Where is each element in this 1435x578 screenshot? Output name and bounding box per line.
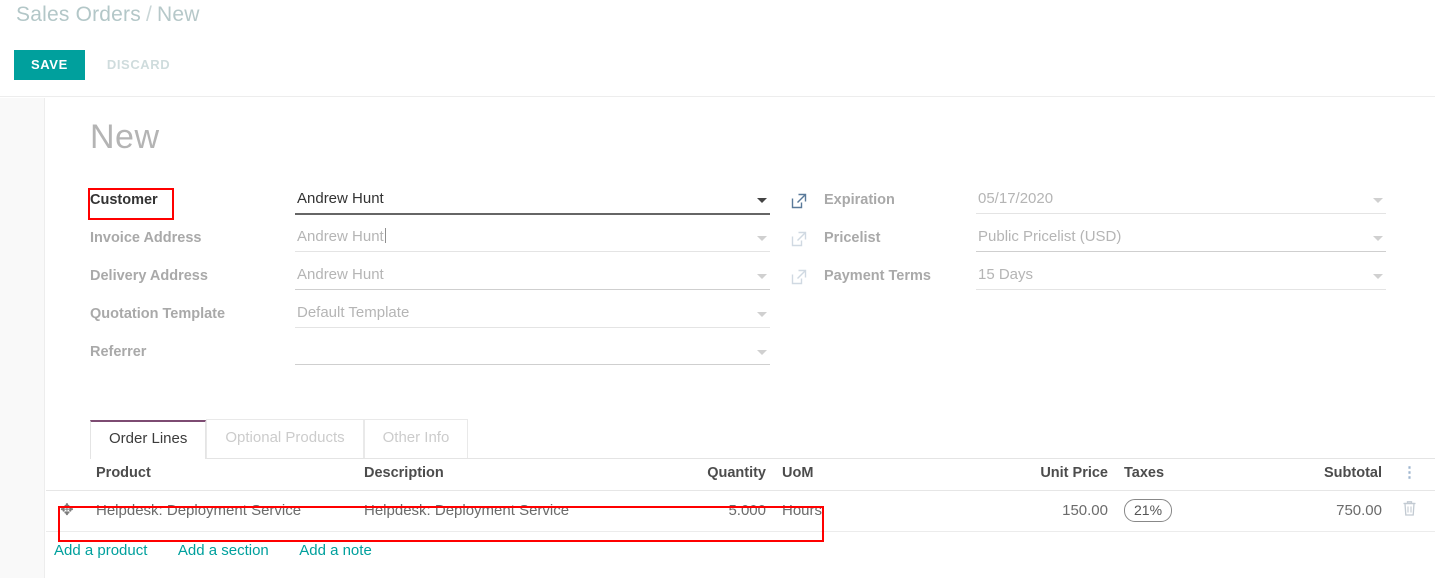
invoice-address-input[interactable]: Andrew Hunt: [295, 224, 770, 252]
field-label-payment-terms: Payment Terms: [824, 262, 976, 284]
field-label-pricelist: Pricelist: [824, 224, 976, 246]
column-header-unit-price: Unit Price: [1000, 459, 1116, 491]
field-customer: Customer Andrew Hunt: [90, 186, 770, 224]
field-pricelist: Pricelist Public Pricelist (USD): [824, 224, 1386, 262]
cell-spacer: [850, 491, 1000, 532]
chevron-down-icon-invoice-address[interactable]: [757, 236, 767, 241]
breadcrumb-item-sales-orders[interactable]: Sales Orders: [16, 3, 141, 26]
order-lines-footer-links: Add a product Add a section Add a note: [46, 532, 1435, 560]
expiration-input[interactable]: 05/17/2020: [976, 186, 1386, 214]
save-button[interactable]: SAVE: [14, 50, 85, 80]
add-a-section-link[interactable]: Add a section: [178, 542, 269, 559]
status-badge-tax: 21%: [1124, 499, 1172, 522]
cell-description[interactable]: Helpdesk: Deployment Service: [356, 491, 656, 532]
notebook: Order Lines Optional Products Other Info: [90, 418, 1435, 459]
cell-product[interactable]: Helpdesk: Deployment Service: [88, 491, 356, 532]
breadcrumb: Sales Orders/New: [16, 3, 200, 27]
record-action-buttons: SAVE DISCARD: [14, 50, 172, 80]
form-left-gutter: [0, 98, 45, 578]
field-invoice-address: Invoice Address Andrew Hunt: [90, 224, 770, 262]
sales-order-form-page: Sales Orders/New SAVE DISCARD New Custom…: [0, 0, 1435, 578]
field-label-invoice-address: Invoice Address: [90, 224, 295, 246]
column-header-quantity: Quantity: [656, 459, 774, 491]
cell-taxes[interactable]: 21%: [1116, 491, 1224, 532]
tab-optional-products[interactable]: Optional Products: [206, 419, 363, 458]
field-referrer: Referrer: [90, 338, 770, 376]
drag-handle-cell[interactable]: ✥: [46, 491, 88, 532]
external-link-icon-delivery-address[interactable]: [790, 268, 808, 286]
external-link-icon-invoice-address[interactable]: [790, 230, 808, 248]
field-label-quotation-template: Quotation Template: [90, 300, 295, 322]
field-label-referrer: Referrer: [90, 338, 295, 360]
customer-input[interactable]: Andrew Hunt: [295, 186, 770, 215]
pricelist-input[interactable]: Public Pricelist (USD): [976, 224, 1386, 252]
trash-icon[interactable]: [1402, 500, 1417, 517]
order-lines-table: Product Description Quantity UoM Unit Pr…: [46, 459, 1435, 560]
text-cursor: [385, 228, 386, 243]
column-header-subtotal: Subtotal: [1224, 459, 1390, 491]
invoice-address-value: Andrew Hunt: [297, 228, 384, 245]
field-label-delivery-address: Delivery Address: [90, 262, 295, 284]
cell-unit-price[interactable]: 150.00: [1000, 491, 1116, 532]
chevron-down-icon[interactable]: [757, 198, 767, 203]
cell-uom[interactable]: Hours: [774, 491, 850, 532]
column-header-uom: UoM: [774, 459, 850, 491]
column-header-spacer: [850, 459, 1000, 491]
field-label-customer: Customer: [90, 186, 295, 208]
add-a-product-link[interactable]: Add a product: [54, 542, 147, 559]
table-row[interactable]: ✥ Helpdesk: Deployment Service Helpdesk:…: [46, 491, 1435, 532]
chevron-down-icon-expiration[interactable]: [1373, 198, 1383, 203]
breadcrumb-separator: /: [146, 3, 152, 26]
cell-subtotal: 750.00: [1224, 491, 1390, 532]
tab-other-info[interactable]: Other Info: [364, 419, 469, 458]
chevron-down-icon-quotation-template[interactable]: [757, 312, 767, 317]
column-header-taxes: Taxes: [1116, 459, 1224, 491]
payment-terms-input[interactable]: 15 Days: [976, 262, 1386, 290]
column-header-product: Product: [88, 459, 356, 491]
drag-handle-icon[interactable]: ✥: [60, 503, 73, 519]
field-payment-terms: Payment Terms 15 Days: [824, 262, 1386, 300]
breadcrumb-item-current: New: [157, 3, 200, 26]
field-label-expiration: Expiration: [824, 186, 976, 208]
form-sheet: New Customer Andrew Hunt Invoice Address…: [46, 98, 1435, 578]
referrer-input[interactable]: [295, 338, 770, 365]
column-header-description: Description: [356, 459, 656, 491]
column-header-handle: [46, 459, 88, 491]
external-link-icon-customer[interactable]: [790, 192, 808, 210]
tab-order-lines[interactable]: Order Lines: [90, 420, 206, 459]
delete-row-button[interactable]: [1390, 491, 1435, 532]
table-header-row: Product Description Quantity UoM Unit Pr…: [46, 459, 1435, 491]
control-panel: Sales Orders/New SAVE DISCARD: [0, 0, 1435, 97]
vertical-dots-icon[interactable]: ⋮: [1402, 465, 1417, 480]
field-expiration: Expiration 05/17/2020: [824, 186, 1386, 224]
add-a-note-link[interactable]: Add a note: [299, 542, 372, 559]
chevron-down-icon-pricelist[interactable]: [1373, 236, 1383, 241]
form-group-left: Customer Andrew Hunt Invoice Address And…: [90, 186, 770, 376]
page-title: New: [90, 118, 160, 157]
quotation-template-input[interactable]: Default Template: [295, 300, 770, 328]
notebook-tabs: Order Lines Optional Products Other Info: [90, 418, 1435, 459]
chevron-down-icon-referrer[interactable]: [757, 350, 767, 355]
delivery-address-input[interactable]: Andrew Hunt: [295, 262, 770, 290]
form-group-right: Expiration 05/17/2020 Pricelist Public P…: [824, 186, 1386, 300]
optional-columns-button[interactable]: ⋮: [1390, 459, 1435, 491]
field-delivery-address: Delivery Address Andrew Hunt: [90, 262, 770, 300]
cell-quantity[interactable]: 5.000: [656, 491, 774, 532]
chevron-down-icon-payment-terms[interactable]: [1373, 274, 1383, 279]
discard-button[interactable]: DISCARD: [105, 50, 172, 80]
chevron-down-icon-delivery-address[interactable]: [757, 274, 767, 279]
field-quotation-template: Quotation Template Default Template: [90, 300, 770, 338]
